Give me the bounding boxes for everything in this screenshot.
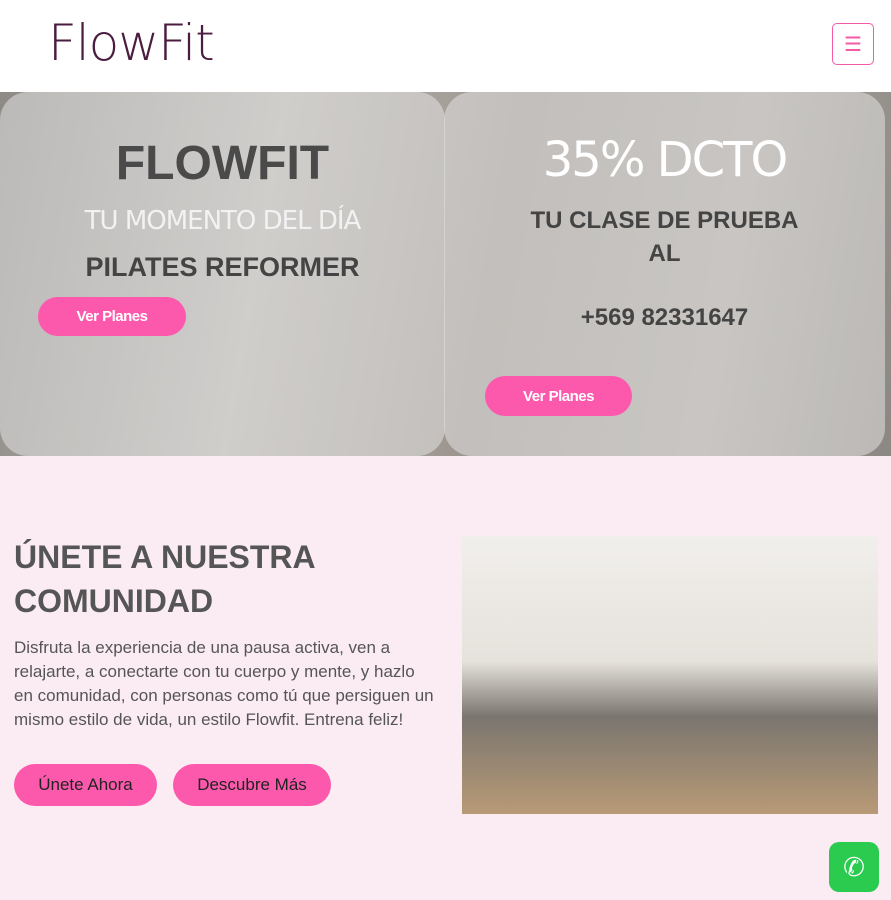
whatsapp-button[interactable]: ✆ <box>829 842 879 892</box>
join-now-button[interactable]: Únete Ahora <box>14 764 157 806</box>
logo[interactable]: FlowFit <box>48 14 215 72</box>
pilates-class-photo <box>462 536 878 814</box>
community-title: ÚNETE A NUESTRA COMUNIDAD <box>14 539 315 619</box>
hero-banner: FLOWFIT TU MOMENTO DEL DÍA PILATES REFOR… <box>0 92 891 456</box>
hero-subtitle: PILATES REFORMER <box>85 252 360 282</box>
discover-more-button[interactable]: Descubre Más <box>173 764 331 806</box>
hamburger-icon: ☰ <box>844 33 862 56</box>
hero-panel-left: FLOWFIT TU MOMENTO DEL DÍA PILATES REFOR… <box>0 92 445 456</box>
ver-planes-button[interactable]: Ver Planes <box>38 297 186 336</box>
site-header: FlowFit ☰ <box>0 0 891 92</box>
discount-text: 35% DCTO <box>542 132 789 188</box>
community-description: Disfruta la experiencia de una pausa act… <box>14 638 434 729</box>
hero-panel-right: 35% DCTO TU CLASE DE PRUEBA AL +569 8233… <box>444 92 885 456</box>
hero-title: FLOWFIT <box>115 137 330 190</box>
promo-text-2: AL <box>648 240 681 267</box>
whatsapp-icon: ✆ <box>843 851 865 882</box>
phone-number[interactable]: +569 82331647 <box>444 304 885 332</box>
hero-tagline: TU MOMENTO DEL DÍA <box>84 206 362 236</box>
menu-button[interactable]: ☰ <box>832 23 874 65</box>
promo-text-1: TU CLASE DE PRUEBA <box>530 207 799 234</box>
ver-planes-button-2[interactable]: Ver Planes <box>485 376 632 416</box>
